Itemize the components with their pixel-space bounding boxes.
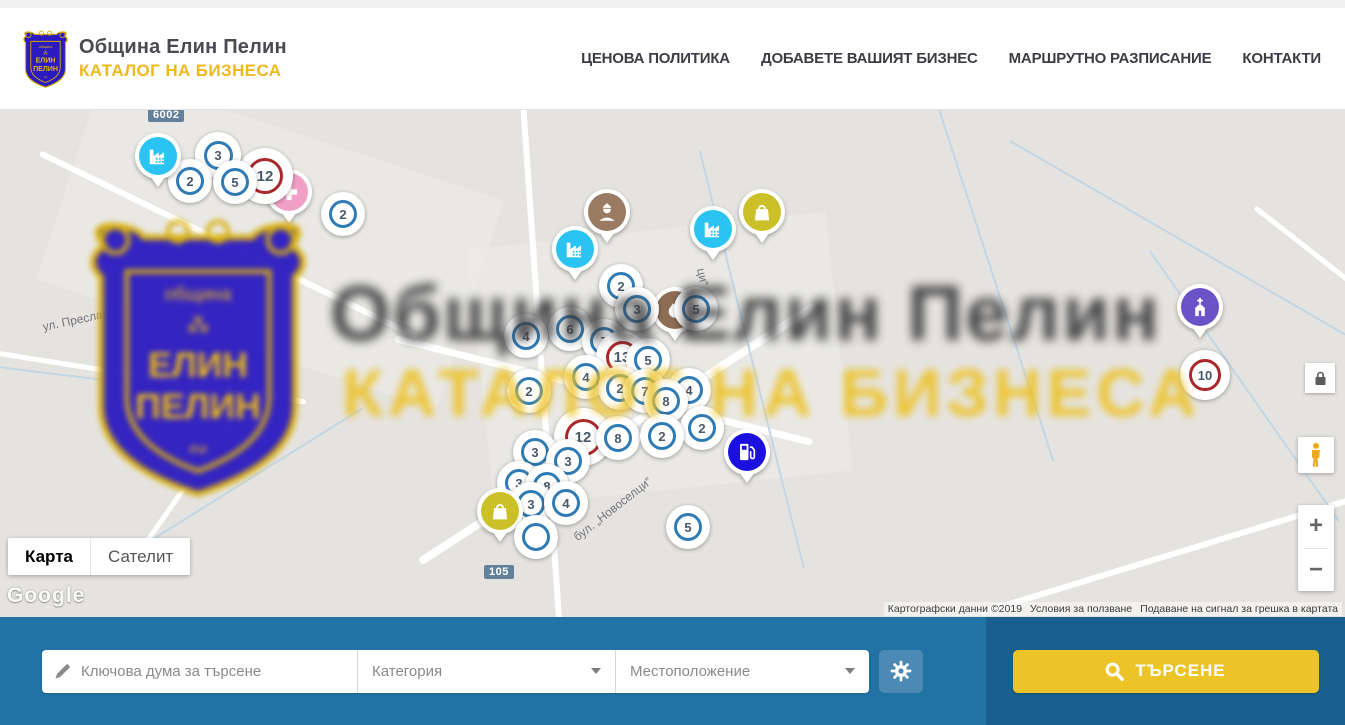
- map-pin-marker-factory[interactable]: [135, 133, 181, 191]
- map-attribution: Картографски данни ©2019 Условия за полз…: [884, 602, 1342, 616]
- search-bar-right: ТЪРСЕНЕ: [986, 617, 1345, 725]
- map-cluster-marker[interactable]: 5: [674, 287, 718, 331]
- map-cluster-marker[interactable]: 5: [213, 160, 257, 204]
- zoom-control: + −: [1298, 505, 1334, 591]
- keyword-search-input[interactable]: [81, 663, 345, 680]
- map-pin-marker-fuel[interactable]: [724, 429, 770, 487]
- map-type-map-button[interactable]: Карта: [8, 538, 90, 575]
- map-cluster-marker[interactable]: 10: [1180, 350, 1230, 400]
- category-select-value: Категория: [372, 663, 442, 680]
- search-icon: [1105, 662, 1124, 681]
- map-pin-marker-church[interactable]: [1177, 284, 1223, 342]
- chevron-down-icon: [591, 668, 601, 674]
- svg-text:∾: ∾: [44, 74, 48, 79]
- search-field-group: Категория Местоположение: [42, 650, 869, 693]
- attribution-report-link[interactable]: Подаване на сигнал за грешка в картата: [1140, 603, 1338, 615]
- map-pin-marker-bag[interactable]: [739, 189, 785, 247]
- advanced-search-button[interactable]: [879, 650, 923, 693]
- pegman-icon: [1307, 442, 1325, 468]
- site-title: Община Елин Пелин: [79, 36, 287, 59]
- svg-text:⁂: ⁂: [43, 50, 47, 55]
- location-select-value: Местоположение: [630, 663, 750, 680]
- map-pin-marker-factory[interactable]: [552, 226, 598, 284]
- map-cluster-marker[interactable]: 2: [640, 414, 684, 458]
- keyword-field: [42, 650, 358, 693]
- category-select[interactable]: Категория: [358, 650, 616, 693]
- search-submit-button[interactable]: ТЪРСЕНЕ: [1013, 650, 1319, 693]
- map-cluster-marker[interactable]: 4: [504, 314, 548, 358]
- attribution-terms-link[interactable]: Условия за ползване: [1030, 603, 1132, 615]
- gear-icon: [890, 660, 912, 682]
- attribution-copyright: Картографски данни ©2019: [888, 603, 1022, 615]
- nav-item-bus-schedule[interactable]: МАРШРУТНО РАЗПИСАНИЕ: [1009, 50, 1212, 67]
- marker-layer: 12325223564713542748221282333834510: [0, 110, 1345, 617]
- map-type-satellite-button[interactable]: Сателит: [90, 538, 190, 575]
- zoom-in-button[interactable]: +: [1298, 505, 1334, 548]
- municipality-crest-icon: община ⁂ ЕЛИН ПЕЛИН ∾: [22, 28, 69, 90]
- map-type-control: Карта Сателит: [8, 538, 190, 575]
- pegman-control[interactable]: [1298, 437, 1334, 473]
- site-subtitle: КАТАЛОГ НА БИЗНЕСА: [79, 61, 287, 81]
- svg-text:ПЕЛИН: ПЕЛИН: [33, 65, 58, 72]
- map-cluster-marker[interactable]: [514, 515, 558, 559]
- pencil-icon: [54, 663, 71, 680]
- map-cluster-marker[interactable]: 5: [666, 505, 710, 549]
- lock-scroll-button[interactable]: [1305, 363, 1335, 393]
- nav-item-pricing[interactable]: ЦЕНОВА ПОЛИТИКА: [581, 50, 730, 67]
- search-button-label: ТЪРСЕНЕ: [1135, 661, 1225, 681]
- map-cluster-marker[interactable]: 2: [321, 192, 365, 236]
- lock-icon: [1314, 371, 1327, 386]
- nav-item-contacts[interactable]: КОНТАКТИ: [1242, 50, 1321, 67]
- google-logo[interactable]: Google: [7, 584, 85, 608]
- nav-item-add-business[interactable]: ДОБАВЕТЕ ВАШИЯТ БИЗНЕС: [761, 50, 978, 67]
- svg-text:община: община: [39, 44, 54, 48]
- location-select[interactable]: Местоположение: [616, 650, 869, 693]
- map-cluster-marker[interactable]: 4: [544, 481, 588, 525]
- zoom-out-button[interactable]: −: [1298, 549, 1334, 592]
- map-cluster-marker[interactable]: 2: [680, 406, 724, 450]
- chevron-down-icon: [845, 668, 855, 674]
- brand-logo[interactable]: община ⁂ ЕЛИН ПЕЛИН ∾ Община Елин Пелин …: [22, 28, 287, 90]
- map-cluster-marker[interactable]: 8: [596, 416, 640, 460]
- map-pin-marker-factory[interactable]: [690, 206, 736, 264]
- top-strip: [0, 0, 1345, 8]
- map-cluster-marker[interactable]: 2: [507, 369, 551, 413]
- map-cluster-marker[interactable]: 3: [615, 287, 659, 331]
- search-bar: Категория Местоположение: [0, 617, 1345, 725]
- map-canvas[interactable]: 6002105 ул. Преславбул. „Новоселци“ци“ 1…: [0, 110, 1345, 617]
- main-nav: ЦЕНОВА ПОЛИТИКА ДОБАВЕТЕ ВАШИЯТ БИЗНЕС М…: [581, 50, 1321, 67]
- search-bar-left: Категория Местоположение: [0, 617, 986, 725]
- header: община ⁂ ЕЛИН ПЕЛИН ∾ Община Елин Пелин …: [0, 8, 1345, 110]
- svg-text:ЕЛИН: ЕЛИН: [36, 57, 56, 64]
